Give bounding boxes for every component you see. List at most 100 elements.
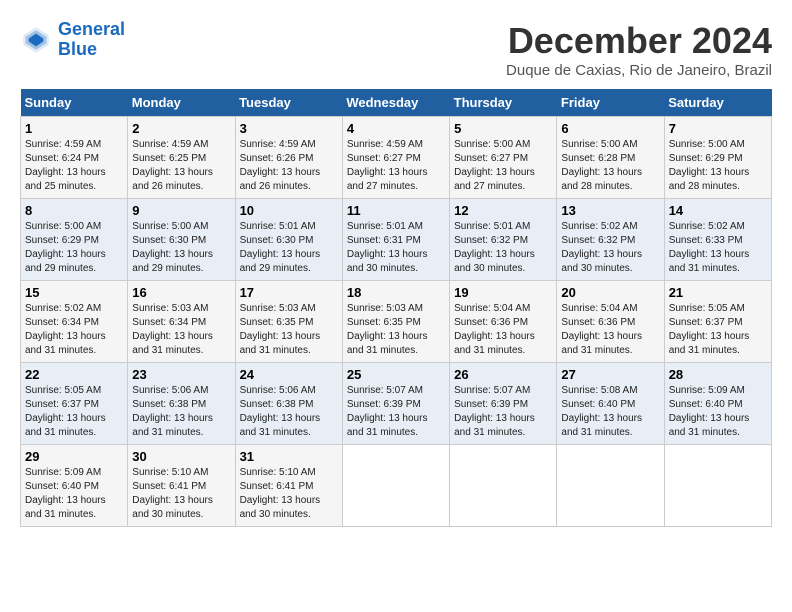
day-number: 4 [347, 121, 445, 136]
calendar-cell: 22 Sunrise: 5:05 AMSunset: 6:37 PMDayligh… [21, 363, 128, 445]
day-info: Sunrise: 5:06 AMSunset: 6:38 PMDaylight:… [240, 384, 338, 440]
day-number: 10 [240, 203, 338, 218]
day-number: 28 [669, 367, 767, 382]
header-tuesday: Tuesday [235, 89, 342, 117]
day-info: Sunrise: 5:02 AMSunset: 6:32 PMDaylight:… [561, 220, 659, 276]
day-info: Sunrise: 5:00 AMSunset: 6:30 PMDaylight:… [132, 220, 230, 276]
day-info: Sunrise: 5:00 AMSunset: 6:29 PMDaylight:… [669, 138, 767, 194]
calendar-cell: 26Sunrise: 5:07 AMSunset: 6:39 PMDayligh… [450, 363, 557, 445]
day-info: Sunrise: 5:09 AMSunset: 6:40 PMDaylight:… [25, 466, 123, 522]
day-info: Sunrise: 5:01 AMSunset: 6:30 PMDaylight:… [240, 220, 338, 276]
calendar-cell: 7 Sunrise: 5:00 AMSunset: 6:29 PMDaylight… [664, 117, 771, 199]
calendar-cell: 30Sunrise: 5:10 AMSunset: 6:41 PMDayligh… [128, 445, 235, 527]
calendar-cell: 21 Sunrise: 5:05 AMSunset: 6:37 PMDayligh… [664, 281, 771, 363]
day-number: 22 [25, 367, 123, 382]
day-number: 15 [25, 285, 123, 300]
header-thursday: Thursday [450, 89, 557, 117]
day-info: Sunrise: 5:00 AMSunset: 6:29 PMDaylight:… [25, 220, 123, 276]
calendar-cell [557, 445, 664, 527]
day-info: Sunrise: 5:09 AMSunset: 6:40 PMDaylight:… [669, 384, 767, 440]
day-number: 17 [240, 285, 338, 300]
day-info: Sunrise: 5:08 AMSunset: 6:40 PMDaylight:… [561, 384, 659, 440]
day-number: 2 [132, 121, 230, 136]
day-number: 26 [454, 367, 552, 382]
calendar-cell: 31 Sunrise: 5:10 AMSunset: 6:41 PMDayligh… [235, 445, 342, 527]
calendar-cell: 29 Sunrise: 5:09 AMSunset: 6:40 PMDayligh… [21, 445, 128, 527]
day-number: 12 [454, 203, 552, 218]
day-info: Sunrise: 5:05 AMSunset: 6:37 PMDaylight:… [25, 384, 123, 440]
day-info: Sunrise: 5:04 AMSunset: 6:36 PMDaylight:… [454, 302, 552, 358]
day-info: Sunrise: 5:02 AMSunset: 6:33 PMDaylight:… [669, 220, 767, 276]
day-info: Sunrise: 5:03 AMSunset: 6:34 PMDaylight:… [132, 302, 230, 358]
calendar-week-1: 1Sunrise: 4:59 AMSunset: 6:24 PMDaylight… [21, 117, 772, 199]
calendar-cell: 15 Sunrise: 5:02 AMSunset: 6:34 PMDayligh… [21, 281, 128, 363]
logo-icon [20, 24, 52, 56]
header-saturday: Saturday [664, 89, 771, 117]
calendar-cell: 23 Sunrise: 5:06 AMSunset: 6:38 PMDayligh… [128, 363, 235, 445]
day-info: Sunrise: 5:01 AMSunset: 6:32 PMDaylight:… [454, 220, 552, 276]
calendar-cell [342, 445, 449, 527]
calendar-cell: 19Sunrise: 5:04 AMSunset: 6:36 PMDayligh… [450, 281, 557, 363]
calendar-cell: 8 Sunrise: 5:00 AMSunset: 6:29 PMDaylight… [21, 199, 128, 281]
calendar-cell [664, 445, 771, 527]
calendar-cell: 14 Sunrise: 5:02 AMSunset: 6:33 PMDayligh… [664, 199, 771, 281]
calendar-week-5: 29 Sunrise: 5:09 AMSunset: 6:40 PMDayligh… [21, 445, 772, 527]
day-number: 24 [240, 367, 338, 382]
calendar-table: SundayMondayTuesdayWednesdayThursdayFrid… [20, 89, 772, 527]
logo-line2: Blue [58, 39, 97, 59]
day-number: 29 [25, 449, 123, 464]
calendar-cell [450, 445, 557, 527]
calendar-cell: 27 Sunrise: 5:08 AMSunset: 6:40 PMDayligh… [557, 363, 664, 445]
calendar-cell: 25 Sunrise: 5:07 AMSunset: 6:39 PMDayligh… [342, 363, 449, 445]
logo: General Blue [20, 20, 125, 60]
calendar-cell: 1Sunrise: 4:59 AMSunset: 6:24 PMDaylight… [21, 117, 128, 199]
calendar-cell: 24 Sunrise: 5:06 AMSunset: 6:38 PMDayligh… [235, 363, 342, 445]
location-subtitle: Duque de Caxias, Rio de Janeiro, Brazil [506, 62, 772, 79]
day-info: Sunrise: 5:02 AMSunset: 6:34 PMDaylight:… [25, 302, 123, 358]
calendar-cell: 2Sunrise: 4:59 AMSunset: 6:25 PMDaylight… [128, 117, 235, 199]
day-number: 31 [240, 449, 338, 464]
calendar-cell: 3Sunrise: 4:59 AMSunset: 6:26 PMDaylight… [235, 117, 342, 199]
day-info: Sunrise: 5:03 AMSunset: 6:35 PMDaylight:… [347, 302, 445, 358]
calendar-week-2: 8 Sunrise: 5:00 AMSunset: 6:29 PMDaylight… [21, 199, 772, 281]
header-sunday: Sunday [21, 89, 128, 117]
calendar-cell: 4Sunrise: 4:59 AMSunset: 6:27 PMDaylight… [342, 117, 449, 199]
calendar-cell: 18Sunrise: 5:03 AMSunset: 6:35 PMDayligh… [342, 281, 449, 363]
day-info: Sunrise: 5:10 AMSunset: 6:41 PMDaylight:… [240, 466, 338, 522]
day-number: 27 [561, 367, 659, 382]
day-info: Sunrise: 5:06 AMSunset: 6:38 PMDaylight:… [132, 384, 230, 440]
day-info: Sunrise: 4:59 AMSunset: 6:24 PMDaylight:… [25, 138, 123, 194]
day-number: 9 [132, 203, 230, 218]
day-info: Sunrise: 5:00 AMSunset: 6:27 PMDaylight:… [454, 138, 552, 194]
day-number: 14 [669, 203, 767, 218]
day-info: Sunrise: 4:59 AMSunset: 6:26 PMDaylight:… [240, 138, 338, 194]
logo-line1: General [58, 19, 125, 39]
days-header-row: SundayMondayTuesdayWednesdayThursdayFrid… [21, 89, 772, 117]
calendar-week-4: 22 Sunrise: 5:05 AMSunset: 6:37 PMDayligh… [21, 363, 772, 445]
day-number: 21 [669, 285, 767, 300]
day-number: 6 [561, 121, 659, 136]
calendar-cell: 11Sunrise: 5:01 AMSunset: 6:31 PMDayligh… [342, 199, 449, 281]
day-info: Sunrise: 5:05 AMSunset: 6:37 PMDaylight:… [669, 302, 767, 358]
calendar-cell: 16Sunrise: 5:03 AMSunset: 6:34 PMDayligh… [128, 281, 235, 363]
day-info: Sunrise: 5:07 AMSunset: 6:39 PMDaylight:… [347, 384, 445, 440]
calendar-cell: 6Sunrise: 5:00 AMSunset: 6:28 PMDaylight… [557, 117, 664, 199]
header-monday: Monday [128, 89, 235, 117]
calendar-cell: 9 Sunrise: 5:00 AMSunset: 6:30 PMDaylight… [128, 199, 235, 281]
logo-text: General Blue [58, 20, 125, 60]
calendar-cell: 20 Sunrise: 5:04 AMSunset: 6:36 PMDayligh… [557, 281, 664, 363]
day-info: Sunrise: 5:03 AMSunset: 6:35 PMDaylight:… [240, 302, 338, 358]
calendar-cell: 12 Sunrise: 5:01 AMSunset: 6:32 PMDayligh… [450, 199, 557, 281]
day-number: 7 [669, 121, 767, 136]
calendar-cell: 28 Sunrise: 5:09 AMSunset: 6:40 PMDayligh… [664, 363, 771, 445]
day-number: 23 [132, 367, 230, 382]
calendar-cell: 17 Sunrise: 5:03 AMSunset: 6:35 PMDayligh… [235, 281, 342, 363]
day-number: 25 [347, 367, 445, 382]
day-number: 20 [561, 285, 659, 300]
day-number: 11 [347, 203, 445, 218]
day-info: Sunrise: 5:04 AMSunset: 6:36 PMDaylight:… [561, 302, 659, 358]
header-wednesday: Wednesday [342, 89, 449, 117]
day-number: 8 [25, 203, 123, 218]
day-number: 30 [132, 449, 230, 464]
calendar-week-3: 15 Sunrise: 5:02 AMSunset: 6:34 PMDayligh… [21, 281, 772, 363]
